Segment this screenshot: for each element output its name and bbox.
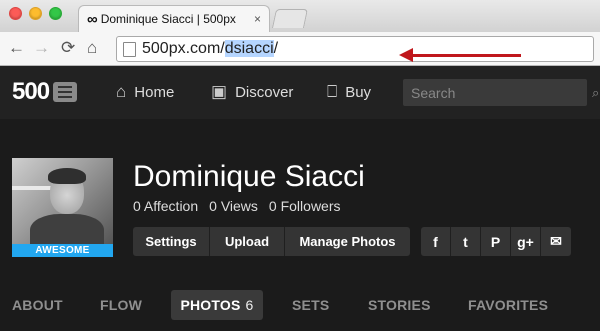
tab-close-icon[interactable]: × <box>254 12 261 26</box>
affection-count[interactable]: 0 Affection <box>133 198 198 214</box>
profile-section: AWESOME Dominique Siacci 0 Affection 0 V… <box>0 119 600 331</box>
tab-stories[interactable]: STORIES <box>368 290 431 320</box>
search-icon[interactable]: ⌕ <box>592 85 599 101</box>
search-input[interactable] <box>411 84 592 101</box>
pinterest-icon[interactable]: P <box>481 227 511 256</box>
zoom-window-button[interactable] <box>49 7 62 20</box>
image-icon: ▣ <box>211 82 228 101</box>
profile-stats: 0 Affection 0 Views 0 Followers <box>133 198 341 214</box>
minimize-window-button[interactable] <box>29 7 42 20</box>
upload-button[interactable]: Upload <box>210 227 285 256</box>
tab-sets[interactable]: SETS <box>292 290 329 320</box>
house-icon: ⌂ <box>116 82 127 101</box>
500px-favicon-icon: ∞ <box>87 10 98 28</box>
home-icon[interactable]: ⌂ <box>87 38 97 58</box>
avatar-photo <box>12 158 113 244</box>
tab-about[interactable]: ABOUT <box>12 290 63 320</box>
views-count[interactable]: 0 Views <box>209 198 258 214</box>
manage-photos-button[interactable]: Manage Photos <box>285 227 410 256</box>
nav-buy-label: Buy <box>345 83 372 101</box>
site-search: ⌕ <box>403 79 599 106</box>
browser-toolbar: ← → ⟳ ⌂ 500px.com/dsiacci/ <box>0 32 600 66</box>
profile-tabs: ABOUT FLOW PHOTOS 6 SETS STORIES FAVORIT… <box>0 290 600 324</box>
address-bar[interactable]: 500px.com/dsiacci/ <box>116 36 594 62</box>
annotation-arrow-icon <box>399 48 521 62</box>
nav-discover-link[interactable]: ▣ Discover <box>211 83 293 101</box>
awesome-badge: AWESOME <box>12 244 113 257</box>
browser-tab-bar: ∞ Dominique Siacci | 500px × <box>0 0 600 32</box>
site-header: 500 ⌂ Home ▣ Discover ⎕ Buy ⌕ <box>0 66 600 119</box>
tab-favorites[interactable]: FAVORITES <box>468 290 548 320</box>
nav-discover-label: Discover <box>235 83 294 101</box>
google-plus-icon[interactable]: g+ <box>511 227 541 256</box>
back-arrow-icon[interactable]: ← <box>8 38 25 58</box>
shopping-bag-icon: ⎕ <box>327 82 338 101</box>
profile-actions: Settings Upload Manage Photos <box>133 227 410 256</box>
nav-home-link[interactable]: ⌂ Home <box>116 83 174 101</box>
url-suffix: / <box>273 40 279 57</box>
menu-icon[interactable] <box>53 82 78 102</box>
url-selected-username: dsiacci <box>224 40 274 57</box>
facebook-icon[interactable]: f <box>421 227 451 256</box>
page-icon <box>123 41 136 57</box>
url-text[interactable]: 500px.com/dsiacci/ <box>142 40 278 58</box>
new-tab-button[interactable] <box>271 9 309 28</box>
followers-count[interactable]: 0 Followers <box>269 198 341 214</box>
avatar[interactable]: AWESOME <box>12 158 113 257</box>
forward-arrow-icon[interactable]: → <box>33 38 50 58</box>
tab-photos[interactable]: PHOTOS 6 <box>171 290 263 320</box>
reload-icon[interactable]: ⟳ <box>61 38 75 58</box>
tab-title: Dominique Siacci | 500px <box>100 12 236 26</box>
nav-home-label: Home <box>134 83 175 101</box>
twitter-icon[interactable]: t <box>451 227 481 256</box>
nav-buy-link[interactable]: ⎕ Buy <box>327 83 371 101</box>
email-icon[interactable]: ✉ <box>541 227 571 256</box>
photos-count: 6 <box>245 297 254 313</box>
social-share-buttons: f t P g+ ✉ <box>421 227 571 256</box>
url-prefix: 500px.com/ <box>142 40 225 57</box>
tab-photos-label: PHOTOS <box>180 297 241 313</box>
browser-tab[interactable]: ∞ Dominique Siacci | 500px × <box>78 5 270 32</box>
tab-flow[interactable]: FLOW <box>100 290 142 320</box>
500px-logo[interactable]: 500 <box>12 78 78 105</box>
logo-text: 500 <box>12 78 50 105</box>
profile-name: Dominique Siacci <box>133 160 365 193</box>
settings-button[interactable]: Settings <box>133 227 210 256</box>
close-window-button[interactable] <box>9 7 22 20</box>
